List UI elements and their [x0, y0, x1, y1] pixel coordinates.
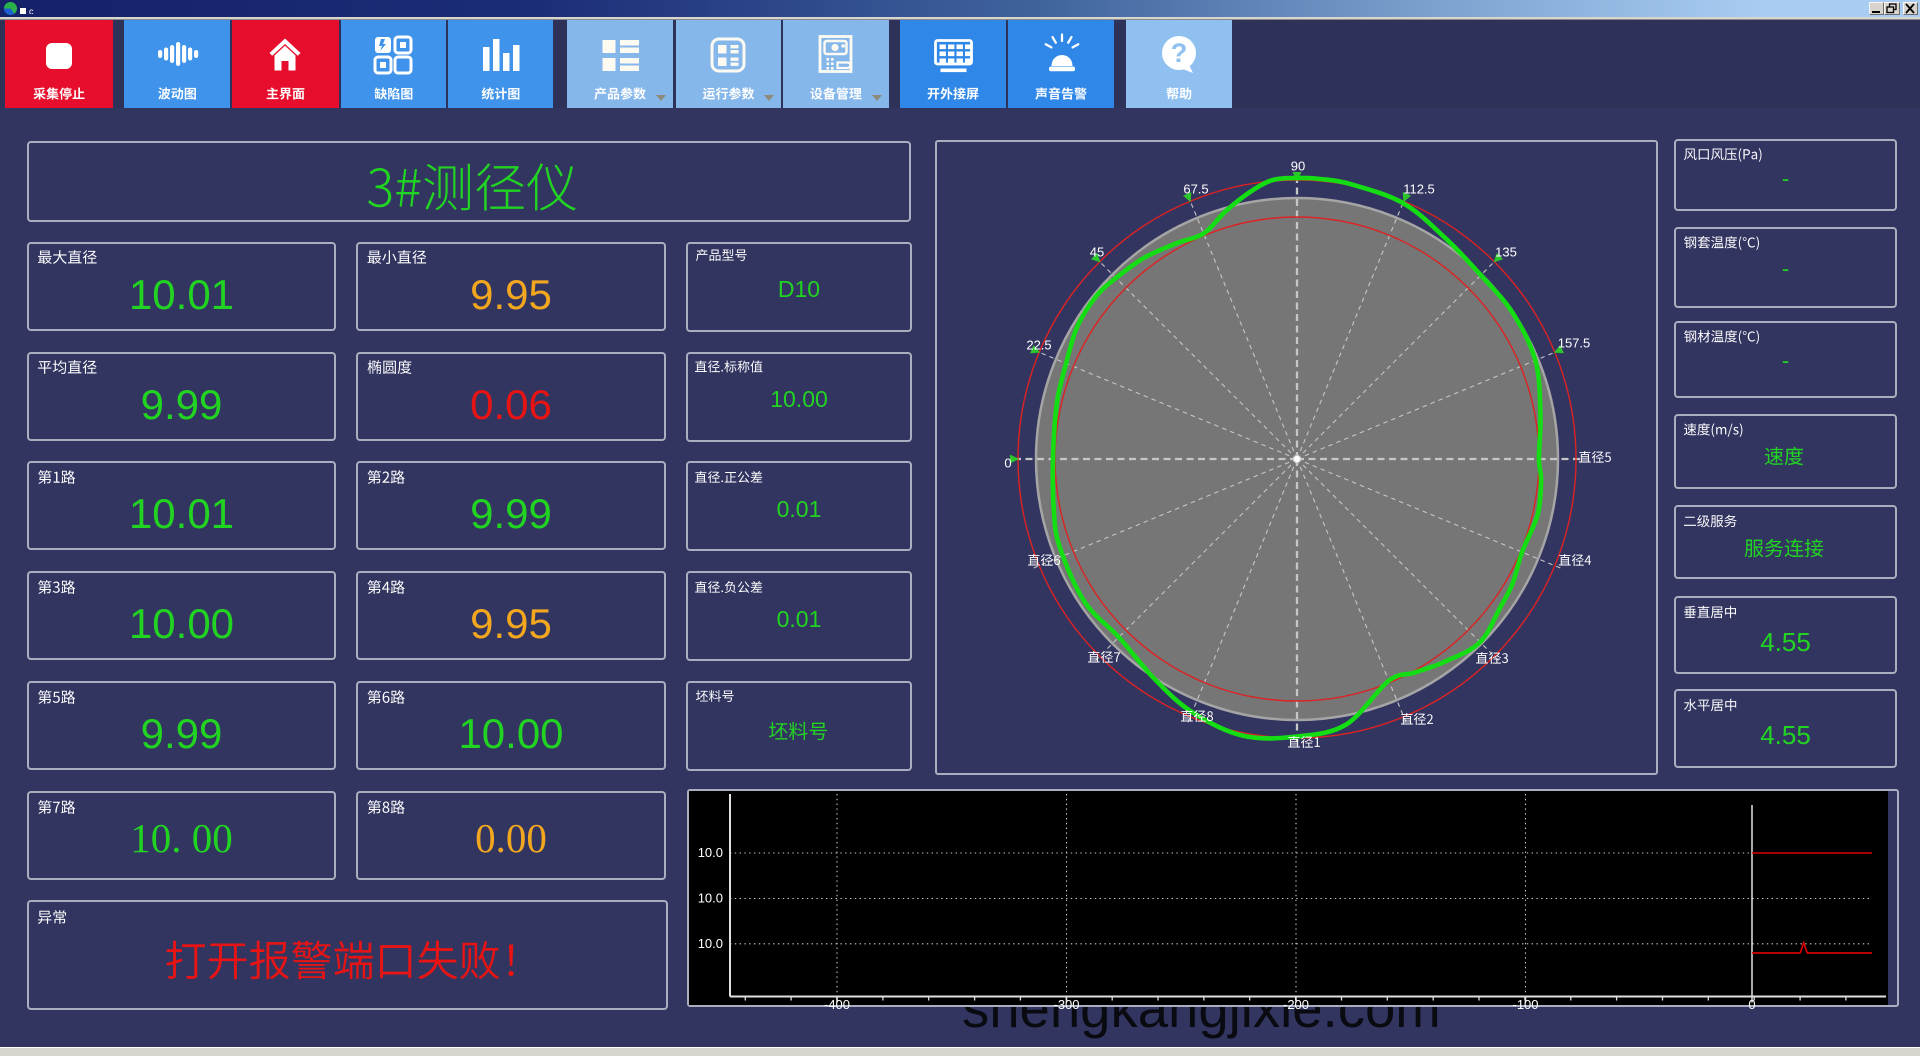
svg-text:0: 0	[1004, 456, 1011, 471]
svg-text:22.5: 22.5	[1026, 338, 1051, 353]
svg-text:67.5: 67.5	[1183, 182, 1208, 197]
svg-text:135: 135	[1495, 245, 1517, 260]
svg-text:-200: -200	[1283, 997, 1309, 1012]
svg-text:0: 0	[1748, 997, 1755, 1012]
svg-text:10.0: 10.0	[698, 891, 723, 906]
svg-text:?: ?	[1171, 38, 1188, 68]
svg-text:10.0: 10.0	[698, 936, 723, 951]
svg-text:c: c	[29, 7, 34, 14]
svg-text:-400: -400	[824, 997, 850, 1012]
svg-text:157.5: 157.5	[1558, 336, 1591, 351]
svg-text:90: 90	[1291, 159, 1305, 174]
svg-text:-300: -300	[1053, 997, 1079, 1012]
svg-text:112.5: 112.5	[1403, 182, 1435, 197]
svg-text:-100: -100	[1512, 997, 1538, 1012]
svg-text:10.0: 10.0	[698, 845, 723, 860]
svg-text:45: 45	[1090, 245, 1104, 260]
